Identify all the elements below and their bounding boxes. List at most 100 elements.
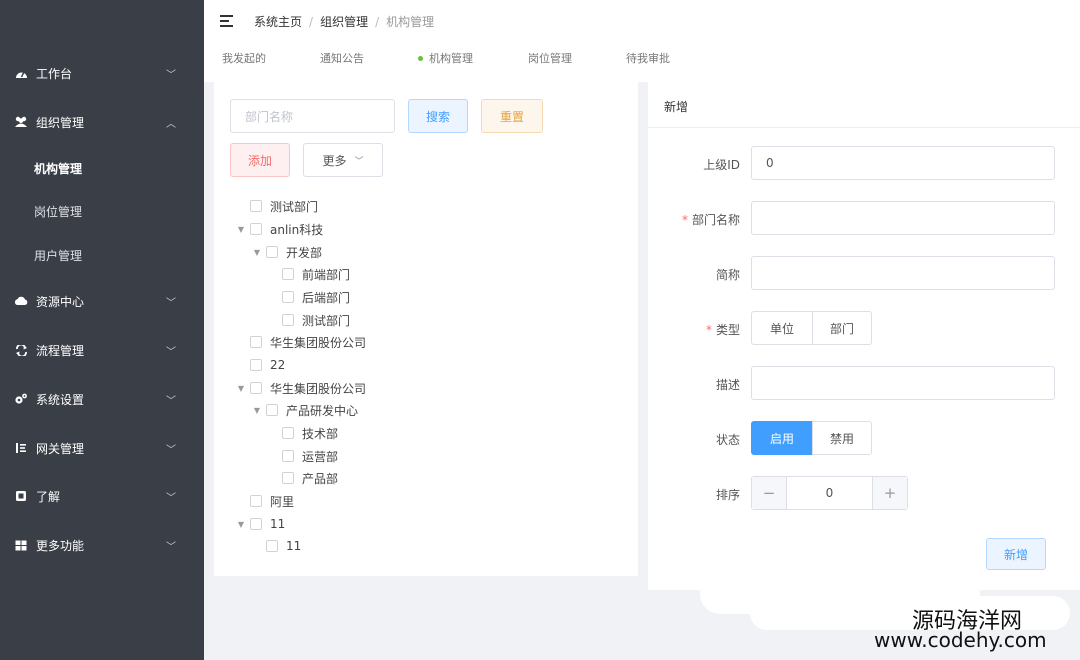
status-option-disabled[interactable]: 禁用	[812, 421, 872, 455]
checkbox[interactable]	[250, 359, 262, 371]
active-dot-icon	[418, 55, 423, 61]
breadcrumb-org[interactable]: 组织管理	[320, 13, 368, 30]
cloud-icon	[14, 294, 28, 308]
menu-label: 工作台	[36, 66, 73, 81]
gears-icon	[14, 392, 28, 406]
dashboard-icon	[14, 66, 28, 80]
plus-icon[interactable]: +	[873, 477, 907, 509]
minus-icon[interactable]: −	[752, 477, 786, 509]
menu-organization[interactable]: 组织管理 ︿	[0, 102, 204, 142]
tree-node[interactable]: 11	[252, 536, 301, 556]
submit-add-button[interactable]: 新增	[986, 538, 1046, 570]
parent-id-label: 上级ID	[703, 158, 740, 172]
flow-icon	[14, 343, 28, 357]
users-icon	[14, 115, 28, 129]
tree-node[interactable]: ▼ 产品研发中心	[252, 400, 358, 420]
breadcrumb-home[interactable]: 系统主页	[254, 13, 302, 30]
form-title: 新增	[664, 100, 689, 114]
tree-node[interactable]: ▼ 11	[236, 514, 285, 534]
checkbox[interactable]	[282, 427, 294, 439]
checkbox[interactable]	[250, 223, 262, 235]
type-option-dept[interactable]: 部门	[812, 311, 872, 345]
checkbox[interactable]	[250, 336, 262, 348]
tree-node[interactable]: 华生集团股份公司	[236, 332, 366, 352]
caret-down-icon[interactable]: ▼	[252, 248, 262, 257]
checkbox[interactable]	[282, 268, 294, 280]
caret-down-icon[interactable]: ▼	[236, 225, 246, 234]
add-button[interactable]: 添加	[230, 143, 290, 177]
tree-node[interactable]: 产品部	[268, 468, 338, 488]
checkbox[interactable]	[250, 382, 262, 394]
checkbox[interactable]	[282, 450, 294, 462]
sort-stepper[interactable]: − 0 +	[751, 476, 908, 510]
checkbox[interactable]	[282, 291, 294, 303]
caret-down-icon[interactable]: ▼	[236, 520, 246, 529]
type-option-unit[interactable]: 单位	[751, 311, 813, 345]
tree-node[interactable]: 运营部	[268, 446, 338, 466]
chevron-down-icon: ﹀	[354, 156, 364, 167]
desc-input[interactable]	[751, 366, 1055, 400]
menu-label: 系统设置	[36, 392, 85, 407]
tree-node[interactable]: 测试部门	[236, 196, 318, 216]
grid-icon	[14, 538, 28, 552]
dept-name-search-input[interactable]: 部门名称	[230, 99, 395, 133]
menu-label: 网关管理	[36, 441, 85, 456]
checkbox[interactable]	[250, 200, 262, 212]
tab-post-management[interactable]: 岗位管理	[528, 50, 626, 66]
short-name-input[interactable]	[751, 256, 1055, 290]
checkbox[interactable]	[250, 518, 262, 530]
caret-down-icon[interactable]: ▼	[252, 406, 262, 415]
checkbox[interactable]	[266, 404, 278, 416]
search-button[interactable]: 搜索	[408, 99, 468, 133]
tree-node[interactable]: 22	[236, 355, 285, 375]
checkbox[interactable]	[282, 314, 294, 326]
chevron-down-icon: ﹀	[166, 492, 176, 504]
checkbox[interactable]	[266, 246, 278, 258]
divider	[648, 127, 1080, 128]
reset-button[interactable]: 重置	[481, 99, 543, 133]
menu-more-features[interactable]: 更多功能 ﹀	[0, 525, 204, 565]
desc-label: 描述	[715, 378, 740, 392]
tree-node[interactable]: ▼ 开发部	[252, 242, 322, 262]
tree-node[interactable]: 前端部门	[268, 264, 350, 284]
tree-node[interactable]: 阿里	[236, 491, 294, 511]
tab-pending-approval[interactable]: 待我审批	[626, 50, 724, 66]
checkbox[interactable]	[282, 472, 294, 484]
menu-process[interactable]: 流程管理 ﹀	[0, 330, 204, 370]
submenu-org-management[interactable]: 机构管理	[0, 150, 204, 186]
submenu-user-management[interactable]: 用户管理	[0, 237, 204, 273]
more-dropdown-button[interactable]: 更多 ﹀	[303, 143, 383, 177]
chevron-down-icon: ﹀	[166, 69, 176, 81]
breadcrumb: 系统主页 / 组织管理 / 机构管理	[254, 13, 435, 30]
menu-about[interactable]: 了解 ﹀	[0, 476, 204, 516]
sort-value[interactable]: 0	[786, 477, 873, 509]
parent-id-input[interactable]: 0	[751, 146, 1055, 180]
menu-system-settings[interactable]: 系统设置 ﹀	[0, 379, 204, 419]
tree-node[interactable]: 测试部门	[268, 310, 350, 330]
dept-name-input[interactable]	[751, 201, 1055, 235]
tree-node[interactable]: 后端部门	[268, 287, 350, 307]
menu-toggle-icon[interactable]	[220, 14, 234, 28]
menu-resource-center[interactable]: 资源中心 ﹀	[0, 281, 204, 321]
tree-node[interactable]: 技术部	[268, 423, 338, 443]
submenu-post-management[interactable]: 岗位管理	[0, 193, 204, 229]
tab-my-initiated[interactable]: 我发起的	[222, 50, 320, 66]
status-option-enabled[interactable]: 启用	[751, 421, 813, 455]
tree-node[interactable]: ▼ 华生集团股份公司	[236, 378, 366, 398]
department-tree-panel: 部门名称 搜索 重置 添加 更多 ﹀ 测试部门 ▼ anlin科技 ▼ 开发部 前端…	[214, 82, 638, 576]
checkbox[interactable]	[266, 540, 278, 552]
chevron-up-icon: ︿	[166, 118, 176, 130]
checkbox[interactable]	[250, 495, 262, 507]
tab-notices[interactable]: 通知公告	[320, 50, 418, 66]
chevron-down-icon: ﹀	[166, 395, 176, 407]
chevron-down-icon: ﹀	[166, 444, 176, 456]
gateway-icon	[14, 441, 28, 455]
caret-down-icon[interactable]: ▼	[236, 384, 246, 393]
watermark-url: www.codehy.com	[874, 628, 1047, 652]
menu-gateway[interactable]: 网关管理 ﹀	[0, 428, 204, 468]
status-label: 状态	[715, 433, 740, 447]
tab-org-management[interactable]: 机构管理	[418, 50, 528, 66]
menu-workbench[interactable]: 工作台 ﹀	[0, 53, 204, 93]
short-name-label: 简称	[715, 268, 740, 282]
tree-node[interactable]: ▼ anlin科技	[236, 219, 323, 239]
